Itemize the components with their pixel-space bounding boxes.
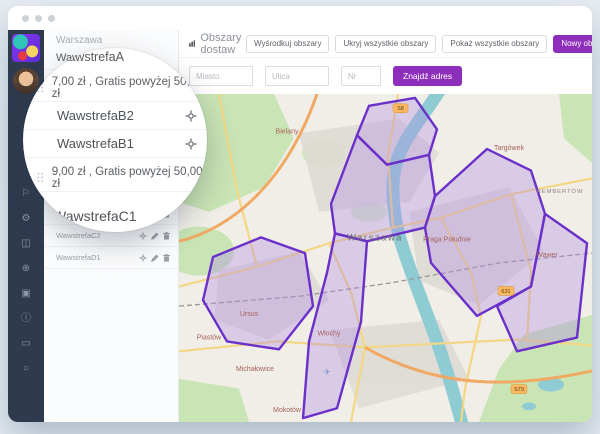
city-label: Warszawa [56, 35, 102, 46]
status-icon[interactable]: ○ [23, 363, 29, 374]
map-label: Piastów [197, 335, 222, 342]
airport-icon: ✈ [323, 367, 331, 377]
map[interactable]: Bielany Targówek Warszawa Praga Południe… [179, 94, 592, 422]
magnified-zone-row[interactable]: WawstrefaC1 [23, 198, 207, 232]
document-icon[interactable]: ▭ [21, 338, 30, 349]
road-shield-label: S79 [514, 387, 524, 393]
zone-name: WawstrefaC2 [56, 231, 101, 240]
window-dot-icon[interactable] [22, 15, 29, 22]
map-label: Praga Południe [423, 236, 471, 243]
road-shield-label: 631 [501, 289, 510, 295]
locate-icon[interactable] [185, 110, 197, 122]
edit-icon[interactable] [151, 232, 159, 240]
magnified-zone-row[interactable]: WawstrefaA [23, 48, 207, 66]
number-input[interactable] [341, 66, 381, 86]
map-label: Wawer [536, 252, 558, 259]
magnifier-overlay: WawstrefaA 7,00 zł , Gratis powyżej 50,0… [23, 48, 207, 232]
find-address-button[interactable]: Znajdź adres [393, 66, 462, 86]
delete-icon[interactable] [163, 254, 170, 262]
monitor-icon[interactable]: ◫ [21, 238, 30, 249]
magnified-price-row[interactable]: 9,00 zł , Gratis powyżej 50,00 zł [23, 164, 207, 192]
delete-icon[interactable] [163, 232, 170, 240]
map-label: Targówek [494, 145, 524, 152]
main-content: Obszary dostaw Wyśrodkuj obszary Ukryj w… [179, 30, 592, 422]
map-label: Michałowice [236, 366, 274, 373]
street-input[interactable] [265, 66, 329, 86]
map-canvas[interactable]: Bielany Targówek Warszawa Praga Południe… [179, 94, 592, 422]
info-icon[interactable]: ⓘ [21, 313, 31, 324]
lake [522, 402, 536, 410]
new-delivery-area-button[interactable]: Nowy obszar dostawy [553, 35, 592, 53]
map-label: Włochy [318, 331, 341, 338]
map-label: Ursus [240, 311, 259, 318]
zone-name: WawstrefaD1 [56, 253, 101, 262]
address-search: Znajdź adres [189, 66, 582, 88]
modules-icon[interactable]: ▣ [21, 288, 30, 299]
window-dot-icon[interactable] [48, 15, 55, 22]
magnified-price-row[interactable]: 7,00 zł , Gratis powyżej 50,00 zł [23, 74, 207, 102]
map-label: Warszawa [347, 231, 403, 242]
magnified-zone-row[interactable]: WawstrefaB1 [23, 130, 207, 158]
magnified-zone-row[interactable]: WawstrefaB2 [23, 102, 207, 130]
drag-handle-icon[interactable] [37, 172, 44, 183]
globe-icon[interactable]: ⊕ [22, 263, 30, 274]
zone-list-item[interactable]: WawstrefaD1 [44, 247, 178, 269]
locate-icon[interactable] [139, 254, 147, 262]
window-dot-icon[interactable] [35, 15, 42, 22]
window-titlebar [8, 6, 592, 30]
drag-handle-icon[interactable] [37, 82, 44, 93]
map-label: Mokotów [273, 407, 302, 414]
hide-all-areas-button[interactable]: Ukryj wszystkie obszary [335, 35, 436, 53]
center-areas-button[interactable]: Wyśrodkuj obszary [246, 35, 330, 53]
map-label: REMBERTÓW [537, 188, 584, 195]
desktop-background: ⚐ ⚙ ◫ ⊕ ▣ ⓘ ▭ ○ Warszawa WawstrefaA [0, 0, 600, 434]
locate-icon[interactable] [185, 138, 197, 150]
map-label: Bielany [276, 128, 299, 135]
toolbar: Obszary dostaw Wyśrodkuj obszary Ukryj w… [179, 30, 592, 58]
road-shield-label: S8 [397, 106, 404, 112]
locate-icon[interactable] [139, 232, 147, 240]
show-all-areas-button[interactable]: Pokaż wszystkie obszary [442, 35, 547, 53]
edit-icon[interactable] [151, 254, 159, 262]
